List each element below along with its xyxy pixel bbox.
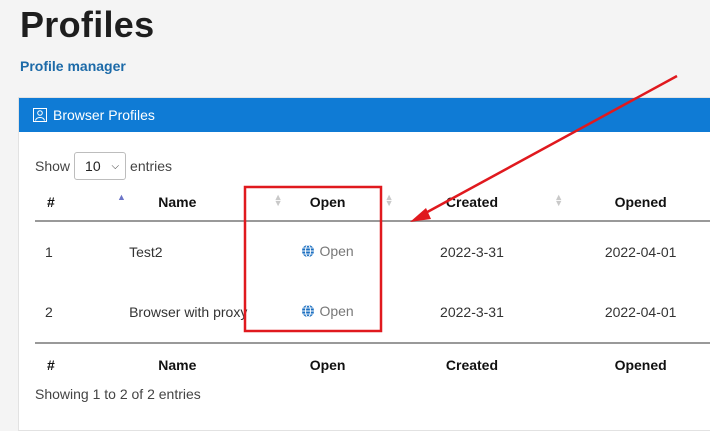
entries-select-value: 10 xyxy=(85,158,101,174)
table-row: 1 Test2 Open 2022-3-31 2022-04-01 xyxy=(35,221,710,282)
created-date: 2022-3-31 xyxy=(440,304,504,320)
table-header-row: # ▲ Name ▲ ▼ Open ▲ ▼ Created ▲ ▼ Opened xyxy=(35,184,710,222)
footer-header-num: # xyxy=(35,342,88,386)
profile-name: Browser with proxy xyxy=(129,304,248,320)
open-profile-link[interactable]: Open xyxy=(301,303,354,319)
column-header-name[interactable]: Name xyxy=(87,184,268,222)
globe-icon xyxy=(302,304,315,318)
globe-icon xyxy=(302,244,315,258)
entries-length-control: Show 10 ⌵ entries xyxy=(35,152,172,180)
row-number: 2 xyxy=(45,304,53,320)
profile-manager-link[interactable]: Profile manager xyxy=(20,58,126,74)
table-footer-row: # Name Open Created Opened xyxy=(35,342,710,386)
browser-profiles-card: Browser Profiles Show 10 ⌵ entries # ▲ N… xyxy=(18,97,710,431)
show-label: Show xyxy=(35,158,71,174)
entries-label: entries xyxy=(130,158,173,174)
table-row: 2 Browser with proxy Open 2022-3-31 2022… xyxy=(35,282,710,343)
column-header-open[interactable]: ▲ ▼ Open xyxy=(267,184,388,222)
opened-date: 2022-04-01 xyxy=(604,244,677,260)
card-header: Browser Profiles xyxy=(19,98,710,132)
column-header-created[interactable]: ▲ ▼ Created xyxy=(384,184,557,222)
profile-icon xyxy=(33,108,47,122)
card-header-title: Browser Profiles xyxy=(53,107,155,123)
sort-icon: ▲ ▼ xyxy=(554,192,564,208)
opened-date: 2022-04-01 xyxy=(604,304,677,320)
footer-header-open: Open xyxy=(267,342,388,386)
footer-header-created: Created xyxy=(387,342,557,386)
footer-header-opened: Opened xyxy=(556,342,710,386)
sort-icon: ▲ ▼ xyxy=(273,192,283,208)
open-profile-link[interactable]: Open xyxy=(301,243,354,259)
table-info: Showing 1 to 2 of 2 entries xyxy=(35,386,201,402)
column-header-num[interactable]: # ▲ xyxy=(35,184,126,222)
row-number: 1 xyxy=(45,244,53,260)
page-title: Profiles xyxy=(20,4,155,45)
sort-icon: ▲ ▼ xyxy=(384,192,394,208)
entries-select[interactable]: 10 ⌵ xyxy=(74,152,127,180)
profile-name: Test2 xyxy=(129,244,163,260)
profiles-table: # ▲ Name ▲▼ Open ▲▼ Created ▲▼ Opened xyxy=(35,184,710,386)
created-date: 2022-3-31 xyxy=(440,244,504,260)
column-header-opened[interactable]: ▲ ▼ Opened xyxy=(554,184,710,222)
footer-header-name: Name xyxy=(87,342,268,386)
chevron-down-icon: ⌵ xyxy=(111,160,120,172)
